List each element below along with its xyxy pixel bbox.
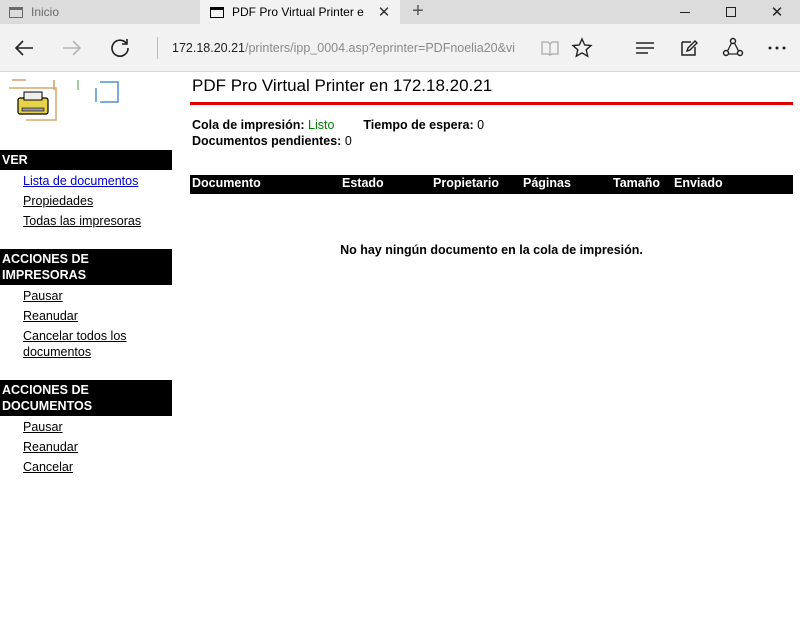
main-content: PDF Pro Virtual Printer en 172.18.20.21 … (190, 74, 793, 257)
tab-inicio[interactable]: Inicio (0, 0, 200, 24)
sidebar-link-properties[interactable]: Propiedades (23, 193, 172, 209)
pending-value: 0 (344, 134, 352, 148)
column-status[interactable]: Estado (342, 176, 384, 190)
url-host: 172.18.20.21 (172, 41, 245, 55)
printer-logo (4, 78, 124, 124)
sidebar-link-document-list[interactable]: Lista de documentos (23, 173, 172, 189)
back-icon[interactable] (8, 24, 40, 72)
tab-page-icon (9, 6, 23, 18)
sidebar-heading-printer-actions: ACCIONES DE IMPRESORAS (0, 249, 172, 285)
column-size[interactable]: Tamaño (613, 176, 660, 190)
sidebar-link-all-printers[interactable]: Todas las impresoras (23, 213, 172, 229)
queue-status: Cola de impresión: Listo Tiempo de esper… (190, 105, 793, 149)
column-submitted[interactable]: Enviado (674, 176, 723, 190)
printer-icon (17, 91, 49, 115)
document-cancel-link[interactable]: Cancelar (23, 459, 172, 475)
sidebar-heading-document-actions: ACCIONES DE DOCUMENTOS (0, 380, 172, 416)
printer-resume-link[interactable]: Reanudar (23, 308, 172, 324)
address-bar[interactable]: 172.18.20.21/printers/ipp_0004.asp?eprin… (172, 24, 524, 72)
printer-cancel-all-link[interactable]: Cancelar todos los documentos (23, 328, 172, 360)
column-owner[interactable]: Propietario (433, 176, 499, 190)
new-tab-icon[interactable]: + (404, 0, 432, 24)
wait-label: Tiempo de espera: (363, 118, 474, 132)
share-icon[interactable] (718, 24, 748, 72)
sidebar: VER Lista de documentos Propiedades Toda… (0, 150, 172, 495)
queue-value: Listo (308, 118, 335, 132)
more-icon[interactable] (762, 24, 792, 72)
pending-label: Documentos pendientes: (192, 134, 342, 148)
queue-table-header: Documento Estado Propietario Páginas Tam… (190, 175, 793, 194)
queue-label: Cola de impresión: (192, 118, 305, 132)
url-path: /printers/ipp_0004.asp?eprinter=PDFnoeli… (245, 41, 515, 55)
minimize-icon[interactable] (662, 0, 708, 24)
sidebar-heading-ver: VER (0, 150, 172, 170)
tab-page-icon (210, 6, 224, 18)
hub-icon[interactable] (630, 24, 660, 72)
address-separator (157, 37, 158, 59)
favorite-star-icon[interactable] (568, 24, 596, 72)
reading-view-icon[interactable] (536, 24, 564, 72)
close-icon[interactable]: ✕ (374, 3, 394, 21)
column-pages[interactable]: Páginas (523, 176, 571, 190)
tab-strip: Inicio PDF Pro Virtual Printer e ✕ + ✕ (0, 0, 800, 24)
maximize-icon[interactable] (708, 0, 754, 24)
printer-pause-link[interactable]: Pausar (23, 288, 172, 304)
navigation-bar: 172.18.20.21/printers/ipp_0004.asp?eprin… (0, 24, 800, 72)
empty-queue-message: No hay ningún documento en la cola de im… (340, 243, 643, 257)
web-note-icon[interactable] (674, 24, 704, 72)
tab-title: PDF Pro Virtual Printer e (232, 5, 364, 19)
refresh-icon[interactable] (104, 24, 136, 72)
document-resume-link[interactable]: Reanudar (23, 439, 172, 455)
document-pause-link[interactable]: Pausar (23, 419, 172, 435)
page-title: PDF Pro Virtual Printer en 172.18.20.21 (192, 76, 493, 95)
forward-icon[interactable] (56, 24, 88, 72)
window-close-icon[interactable]: ✕ (754, 0, 800, 24)
column-document[interactable]: Documento (192, 176, 261, 190)
tab-printer[interactable]: PDF Pro Virtual Printer e ✕ (200, 0, 400, 24)
wait-value: 0 (477, 118, 485, 132)
tab-title: Inicio (31, 5, 60, 19)
